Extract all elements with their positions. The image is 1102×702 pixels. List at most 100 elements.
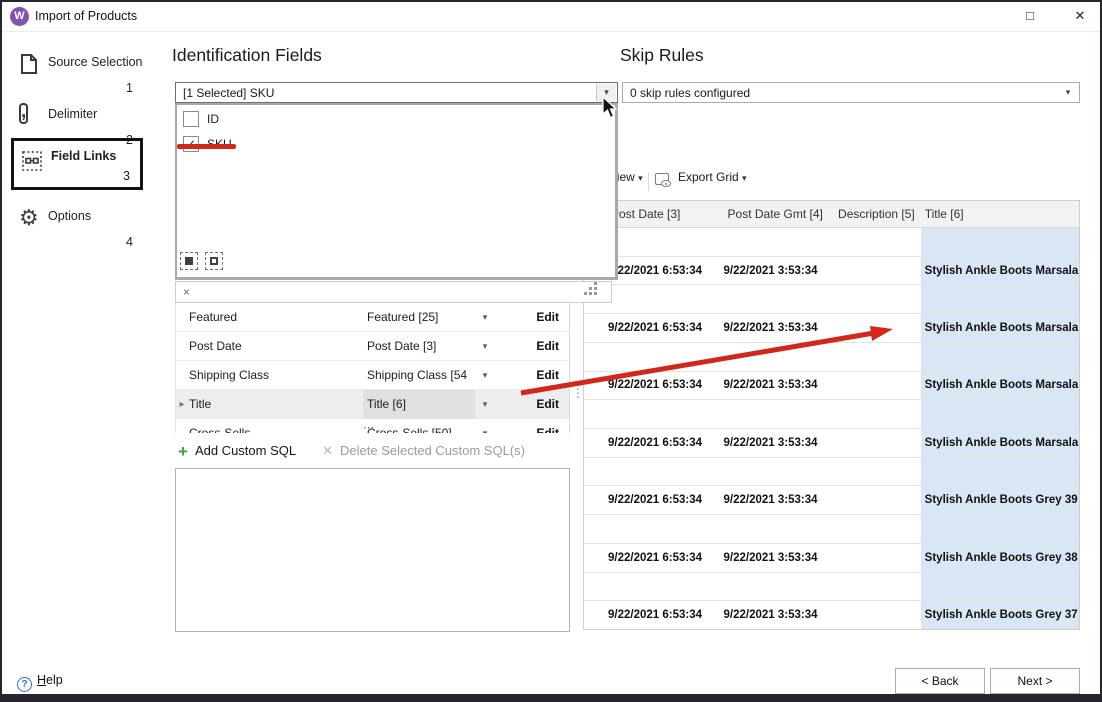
cell-post-date-gmt: 9/22/2021 3:53:34 xyxy=(721,265,836,277)
skip-rules-heading: Skip Rules xyxy=(620,45,704,66)
grid-row[interactable]: 9/22/2021 6:53:34 9/22/2021 3:53:34 Styl… xyxy=(584,601,1079,629)
grid-row-empty[interactable] xyxy=(584,285,1079,314)
column-header[interactable]: Description [5] xyxy=(835,207,920,221)
back-button[interactable]: < Back xyxy=(895,668,985,694)
column-header[interactable]: Post Date Gmt [4] xyxy=(721,207,836,221)
toolbar-separator xyxy=(648,172,649,192)
chevron-down-icon: ▾ xyxy=(604,87,609,97)
edit-button[interactable]: Edit xyxy=(536,339,559,353)
custom-sql-textarea[interactable] xyxy=(175,468,570,632)
sidebar-item-options[interactable]: ⚙ Options 4 xyxy=(11,201,143,253)
mapping-row[interactable]: Shipping Class Shipping Class [54 ▾ Edit xyxy=(176,361,569,390)
preview-grid[interactable]: Post Date [3] Post Date Gmt [4] Descript… xyxy=(583,200,1080,630)
mapped-column-select[interactable]: Post Date [3] xyxy=(363,332,475,361)
sidebar-label: Options xyxy=(48,209,91,223)
mapping-row-selected[interactable]: ▸ Title Title [6] ▾ Edit xyxy=(176,390,569,419)
popup-resize-strip: × xyxy=(175,281,612,303)
export-grid-menu[interactable]: Export Grid ▾ xyxy=(678,170,747,194)
field-mapping-table[interactable]: Featured Featured [25] ▾ Edit Post Date … xyxy=(175,303,570,433)
grid-row-empty[interactable] xyxy=(584,573,1079,602)
help-icon: ? xyxy=(17,677,32,692)
cell-post-date-gmt: 9/22/2021 3:53:34 xyxy=(721,322,836,334)
scrollbar-thumb[interactable]: ⋮ xyxy=(572,386,584,400)
add-custom-sql-button[interactable]: Add Custom SQL xyxy=(195,443,296,458)
chevron-down-icon[interactable]: ▾ xyxy=(475,370,495,381)
chevron-down-icon[interactable]: ▾ xyxy=(475,312,495,323)
cell-post-date-gmt: 9/22/2021 3:53:34 xyxy=(721,609,836,621)
grid-row[interactable]: 9/22/2021 6:53:34 9/22/2021 3:53:34 Styl… xyxy=(584,544,1079,573)
cell-post-date-gmt: 9/22/2021 3:53:34 xyxy=(721,494,836,506)
more-rows-indicator: ⋯ xyxy=(363,421,375,434)
chevron-down-icon: ▾ xyxy=(1066,87,1071,97)
mapped-column-select[interactable]: Title [6] xyxy=(363,390,475,419)
chevron-down-icon[interactable]: ▾ xyxy=(475,399,495,410)
window-title: Import of Products xyxy=(35,9,137,23)
column-header[interactable]: Title [6] xyxy=(920,207,1079,221)
combobox-dropdown-button[interactable]: ▾ xyxy=(596,84,616,101)
mapping-row[interactable]: Post Date Post Date [3] ▾ Edit xyxy=(176,332,569,361)
edit-button[interactable]: Edit xyxy=(536,368,559,382)
help-label: H xyxy=(37,673,46,687)
delete-custom-sql-button[interactable]: Delete Selected Custom SQL(s) xyxy=(340,443,525,458)
field-links-icon xyxy=(22,151,44,173)
sidebar-item-source-selection[interactable]: Source Selection 1 xyxy=(11,47,143,99)
grid-row[interactable]: 9/22/2021 6:53:34 9/22/2021 3:53:34 Styl… xyxy=(584,486,1079,515)
select-all-icon[interactable] xyxy=(180,252,198,270)
gear-icon: ⚙ xyxy=(19,207,41,229)
grid-row-empty[interactable] xyxy=(584,343,1079,372)
sidebar-label: Source Selection xyxy=(48,55,143,69)
popup-footer xyxy=(180,252,226,274)
cell-title: Stylish Ankle Boots Marsala xyxy=(920,379,1079,391)
window-border xyxy=(0,0,1102,2)
checkbox-checked[interactable]: ✓ xyxy=(183,136,199,152)
sidebar-item-field-links[interactable]: Field Links 3 xyxy=(11,138,143,190)
cell-title: Stylish Ankle Boots Grey 38 xyxy=(920,552,1079,564)
option-sku[interactable]: ✓ SKU xyxy=(177,135,615,155)
help-link[interactable]: ?Help xyxy=(17,673,63,692)
chevron-down-icon[interactable]: ▾ xyxy=(475,341,495,352)
chevron-down-icon[interactable]: ▾ xyxy=(475,428,495,434)
edit-button[interactable]: Edit xyxy=(536,426,559,433)
combobox-dropdown-button[interactable]: ▾ xyxy=(1058,84,1078,101)
grid-row-empty[interactable] xyxy=(584,515,1079,544)
mapped-column-select[interactable]: Featured [25] xyxy=(363,303,475,332)
resize-grip[interactable] xyxy=(594,292,597,295)
field-name: Shipping Class xyxy=(188,368,363,382)
grid-row-empty[interactable] xyxy=(584,458,1079,487)
app-logo-icon: W xyxy=(10,7,29,26)
step-number: 3 xyxy=(123,169,130,183)
export-grid-label: Export Grid xyxy=(678,170,739,184)
skip-rules-combobox[interactable]: 0 skip rules configured ▾ xyxy=(622,82,1080,103)
sidebar-label: Field Links xyxy=(51,149,116,163)
row-marker-icon: ▸ xyxy=(176,399,188,410)
cell-title: Stylish Ankle Boots Grey 37 xyxy=(920,609,1079,621)
grid-row[interactable]: 9/22/2021 6:53:34 9/22/2021 3:53:34 Styl… xyxy=(584,429,1079,458)
mapped-column-select[interactable]: Shipping Class [54 xyxy=(363,361,475,390)
identification-fields-combobox[interactable]: [1 Selected] SKU ▾ xyxy=(175,82,618,103)
identification-fields-heading: Identification Fields xyxy=(172,45,322,66)
cell-title: Stylish Ankle Boots Marsala xyxy=(920,322,1079,334)
titlebar: W Import of Products □ ✕ xyxy=(0,0,1102,32)
next-button[interactable]: Next > xyxy=(990,668,1080,694)
grid-body: 9/22/2021 6:53:34 9/22/2021 3:53:34 Styl… xyxy=(584,228,1079,629)
mapped-column-select[interactable]: Cross-Sells [50] xyxy=(363,419,475,434)
option-label: SKU xyxy=(207,137,232,151)
maximize-button[interactable]: □ xyxy=(1019,6,1041,26)
sidebar-label: Delimiter xyxy=(48,107,97,121)
edit-button[interactable]: Edit xyxy=(536,397,559,411)
mapping-row[interactable]: Featured Featured [25] ▾ Edit xyxy=(176,303,569,332)
grid-row-empty[interactable] xyxy=(584,228,1079,257)
edit-button[interactable]: Edit xyxy=(536,310,559,324)
custom-sql-actions: +Add Custom SQL✕Delete Selected Custom S… xyxy=(178,442,525,462)
grid-row-empty[interactable] xyxy=(584,400,1079,429)
cell-title: Stylish Ankle Boots Marsala xyxy=(920,437,1079,449)
grid-row[interactable]: 9/22/2021 6:53:34 9/22/2021 3:53:34 Styl… xyxy=(584,314,1079,343)
checkbox[interactable] xyxy=(183,111,199,127)
option-id[interactable]: ID xyxy=(177,110,615,130)
close-filter-icon[interactable]: × xyxy=(183,285,190,299)
close-button[interactable]: ✕ xyxy=(1069,6,1091,26)
grid-row[interactable]: 9/22/2021 6:53:34 9/22/2021 3:53:34 Styl… xyxy=(584,257,1079,286)
grid-row[interactable]: 9/22/2021 6:53:34 9/22/2021 3:53:34 Styl… xyxy=(584,372,1079,401)
deselect-all-icon[interactable] xyxy=(205,252,223,270)
step-number: 4 xyxy=(126,235,133,249)
